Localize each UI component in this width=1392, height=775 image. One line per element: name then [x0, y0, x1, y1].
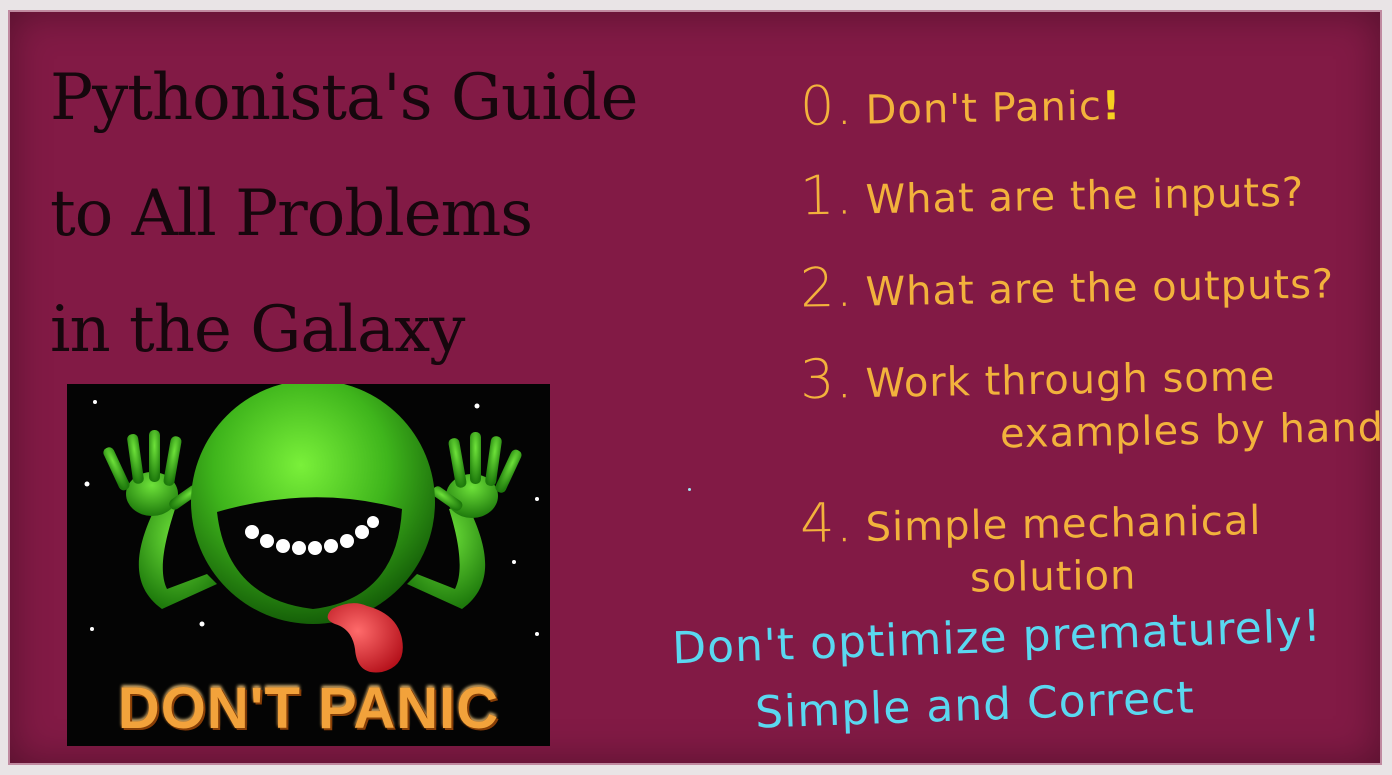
- title-line-1: Pythonista's Guide: [50, 61, 639, 135]
- step-3-continuation: examples by hand: [1000, 405, 1385, 458]
- advice-line-1: Don't optimize prematurely!: [671, 600, 1323, 675]
- step-bang: !: [1101, 83, 1122, 130]
- step-text: Simple mechanical: [865, 497, 1262, 551]
- step-3: 3. Work through some: [799, 340, 1275, 411]
- step-continuation: solution: [969, 552, 1137, 602]
- step-2: 2. What are the outputs?: [799, 247, 1335, 320]
- step-1: 1. What are the inputs?: [799, 156, 1305, 228]
- step-number: 0.: [799, 73, 855, 138]
- right-hand: [432, 432, 522, 518]
- left-hand: [103, 430, 200, 516]
- slide-title: Pythonista's Guide to All Problems in th…: [50, 40, 770, 388]
- step-number: 1.: [799, 163, 855, 228]
- title-line-2: to All Problems: [50, 177, 533, 251]
- step-number: 2.: [799, 255, 855, 320]
- tongue: [327, 603, 403, 673]
- title-line-3: in the Galaxy: [50, 293, 465, 367]
- step-4-continuation: solution: [970, 553, 1137, 602]
- step-text: Don't Panic: [865, 83, 1103, 134]
- step-0: 0. Don't Panic!: [799, 69, 1121, 138]
- step-continuation: examples by hand: [999, 404, 1385, 458]
- dont-panic-caption: DON'T PANIC: [117, 676, 500, 741]
- step-number: 4.: [799, 491, 855, 556]
- advice-line-2: Simple and Correct: [754, 672, 1196, 739]
- step-number: 3.: [799, 347, 855, 412]
- step-text: Work through some: [865, 353, 1276, 407]
- step-text: What are the outputs?: [865, 261, 1335, 316]
- chalk-dot: [688, 488, 691, 491]
- dont-panic-image: DON'T PANIC: [67, 384, 550, 746]
- chalkboard: Pythonista's Guide to All Problems in th…: [8, 10, 1385, 765]
- step-4: 4. Simple mechanical: [799, 484, 1261, 555]
- step-text: What are the inputs?: [865, 169, 1305, 224]
